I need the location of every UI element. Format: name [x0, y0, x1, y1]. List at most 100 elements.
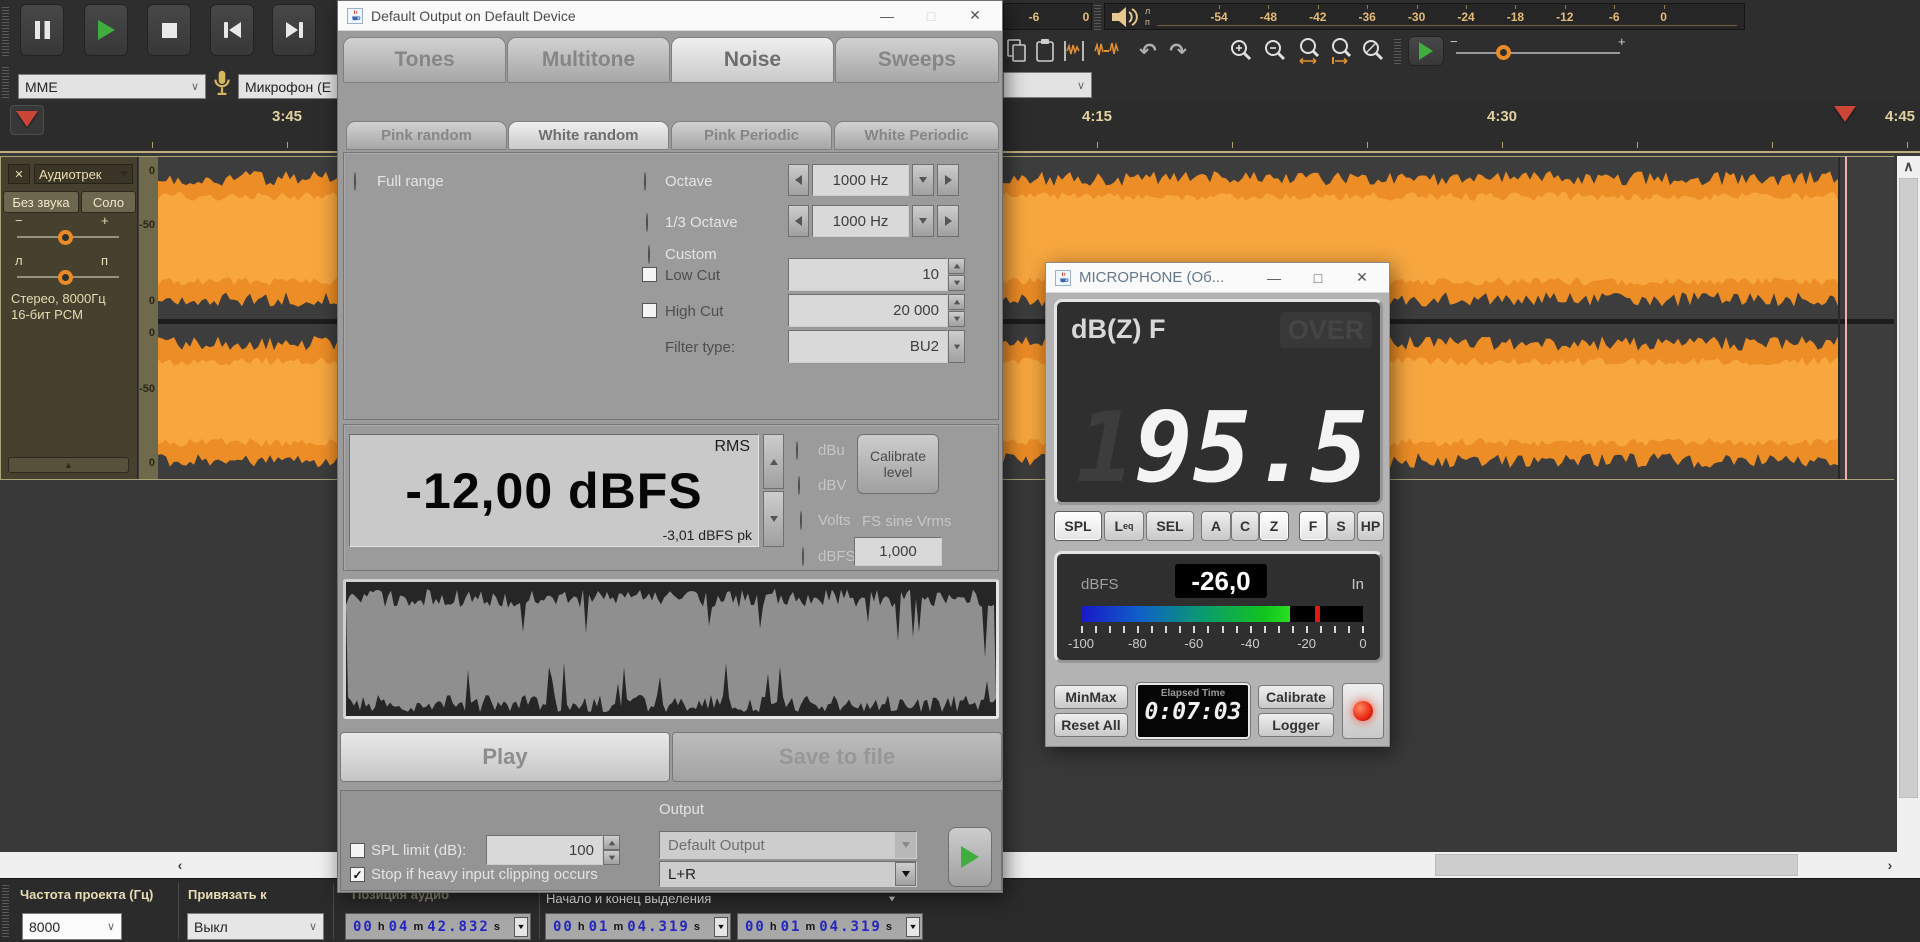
playhead-marker[interactable] [1834, 106, 1856, 122]
dbu-radio[interactable] [796, 441, 798, 460]
custom-radio[interactable] [648, 245, 650, 264]
zoom-out-button[interactable] [1262, 36, 1290, 66]
scroll-left-button[interactable]: ‹ [168, 852, 192, 878]
audio-position-field[interactable]: 00 h 04 m 42.832 s [345, 913, 531, 940]
output-device-combo[interactable]: Default Output [659, 831, 917, 859]
third-freq-prev-button[interactable] [788, 205, 809, 237]
routing-dropdown-button[interactable] [895, 862, 916, 886]
selection-start-field[interactable]: 00 h 01 m 04.319 s [545, 913, 731, 940]
subtab-pink-random[interactable]: Pink random [346, 121, 507, 150]
mute-button[interactable]: Без звука [3, 191, 79, 213]
field-dropdown-button[interactable] [514, 916, 528, 937]
toolbar-grip[interactable] [1394, 38, 1401, 64]
fs-sine-vrms-field[interactable]: 1,000 [854, 537, 942, 566]
sel-button[interactable]: SEL [1146, 511, 1194, 541]
filter-type-select[interactable]: BU2 [788, 330, 948, 363]
octave-freq-prev-button[interactable] [788, 164, 809, 196]
toolbar-grip[interactable] [2, 66, 9, 98]
dbv-radio[interactable] [798, 476, 800, 495]
high-cut-up-button[interactable] [948, 294, 965, 310]
copy-button[interactable] [1003, 36, 1031, 66]
record-indicator-button[interactable] [1342, 683, 1384, 739]
save-to-file-button[interactable]: Save to file [672, 732, 1002, 782]
zoom-in-button[interactable] [1228, 36, 1256, 66]
calibrate-level-button[interactable]: Calibrate level [857, 434, 939, 494]
third-octave-radio[interactable] [646, 213, 648, 232]
play-button[interactable] [84, 4, 128, 56]
silence-audio-button[interactable] [1092, 36, 1120, 66]
spl-limit-checkbox[interactable] [350, 843, 365, 858]
skip-to-start-button[interactable] [210, 4, 254, 56]
record-device-select[interactable]: Микрофон (Е [238, 74, 350, 99]
logger-button[interactable]: Logger [1258, 713, 1334, 737]
maximize-button[interactable]: □ [1300, 270, 1336, 286]
third-freq-field[interactable]: 1000 Hz [812, 205, 909, 237]
volts-radio[interactable] [800, 511, 802, 530]
selection-minutes[interactable]: 01 [781, 919, 802, 935]
dbfs-radio[interactable] [802, 547, 804, 566]
play-at-speed-button[interactable] [1408, 36, 1444, 66]
high-cut-checkbox[interactable] [642, 303, 657, 318]
tab-sweeps[interactable]: Sweeps [835, 37, 999, 83]
pin-playhead-button[interactable] [10, 105, 44, 135]
field-dropdown-button[interactable] [906, 916, 920, 937]
close-button[interactable]: ✕ [1344, 269, 1380, 286]
third-freq-dropdown-button[interactable] [912, 205, 934, 237]
subtab-white-random[interactable]: White random [508, 121, 669, 150]
close-track-button[interactable]: ✕ [8, 164, 30, 184]
undo-button[interactable]: ↶ [1134, 36, 1162, 66]
octave-radio[interactable] [644, 172, 646, 191]
track-menu-button[interactable]: Аудиотрек [34, 164, 133, 184]
redo-button[interactable]: ↷ [1164, 36, 1192, 66]
reset-all-button[interactable]: Reset All [1054, 713, 1128, 737]
speed-slider-thumb[interactable] [1496, 45, 1511, 60]
high-cut-down-button[interactable] [948, 311, 965, 327]
horizontal-scroll-thumb[interactable] [1435, 854, 1798, 876]
selection-minutes[interactable]: 01 [589, 919, 610, 935]
fit-selection-button[interactable] [1296, 36, 1324, 66]
collapse-track-button[interactable]: ▲ [8, 457, 129, 473]
level-up-button[interactable] [763, 434, 784, 489]
spl-button[interactable]: SPL [1054, 511, 1102, 541]
toolbar-grip[interactable] [2, 885, 9, 937]
third-freq-next-button[interactable] [937, 205, 959, 237]
filter-type-dropdown-button[interactable] [948, 330, 965, 363]
c-weighting-button[interactable]: C [1231, 511, 1259, 541]
toolbar-grip[interactable] [1094, 4, 1101, 30]
trim-audio-button[interactable] [1060, 36, 1088, 66]
selection-hours[interactable]: 00 [553, 919, 574, 935]
pause-button[interactable] [20, 4, 64, 56]
tab-multitone[interactable]: Multitone [507, 37, 670, 83]
gain-slider-thumb[interactable] [58, 230, 73, 245]
zoom-toggle-button[interactable] [1360, 36, 1388, 66]
solo-button[interactable]: Соло [81, 191, 136, 213]
tab-noise[interactable]: Noise [671, 37, 834, 83]
toolbar-grip[interactable] [2, 6, 9, 56]
minimize-button[interactable]: — [1256, 270, 1292, 286]
subtab-pink-periodic[interactable]: Pink Periodic [671, 121, 832, 150]
chevron-down-icon[interactable] [888, 896, 896, 902]
generator-start-button[interactable] [948, 827, 992, 887]
spl-limit-field[interactable]: 100 [486, 835, 603, 865]
paste-button[interactable] [1031, 36, 1059, 66]
skip-to-end-button[interactable] [272, 4, 316, 56]
scroll-up-button[interactable]: ∧ [1897, 156, 1920, 176]
selection-hours[interactable]: 00 [745, 919, 766, 935]
low-cut-up-button[interactable] [948, 258, 965, 274]
position-minutes[interactable]: 04 [389, 919, 410, 935]
vertical-scroll-thumb[interactable] [1899, 178, 1918, 798]
output-device-select[interactable]: ∨ [1003, 72, 1092, 98]
slow-button[interactable]: S [1327, 511, 1355, 541]
speed-slider-track[interactable] [1456, 52, 1620, 54]
snap-to-select[interactable]: Выкл ∨ [187, 913, 324, 940]
selection-mode-label[interactable]: Начало и конец выделения [546, 891, 711, 906]
audio-host-select[interactable]: MME ∨ [18, 74, 206, 99]
field-dropdown-button[interactable] [714, 916, 728, 937]
selection-seconds[interactable]: 04.319 [819, 919, 882, 935]
pan-slider-thumb[interactable] [58, 270, 73, 285]
project-rate-select[interactable]: 8000 ∨ [22, 913, 122, 940]
generator-play-button[interactable]: Play [340, 732, 670, 782]
generator-titlebar[interactable]: Default Output on Default Device — □ ✕ [338, 1, 1002, 31]
selection-seconds[interactable]: 04.319 [627, 919, 690, 935]
low-cut-down-button[interactable] [948, 275, 965, 291]
